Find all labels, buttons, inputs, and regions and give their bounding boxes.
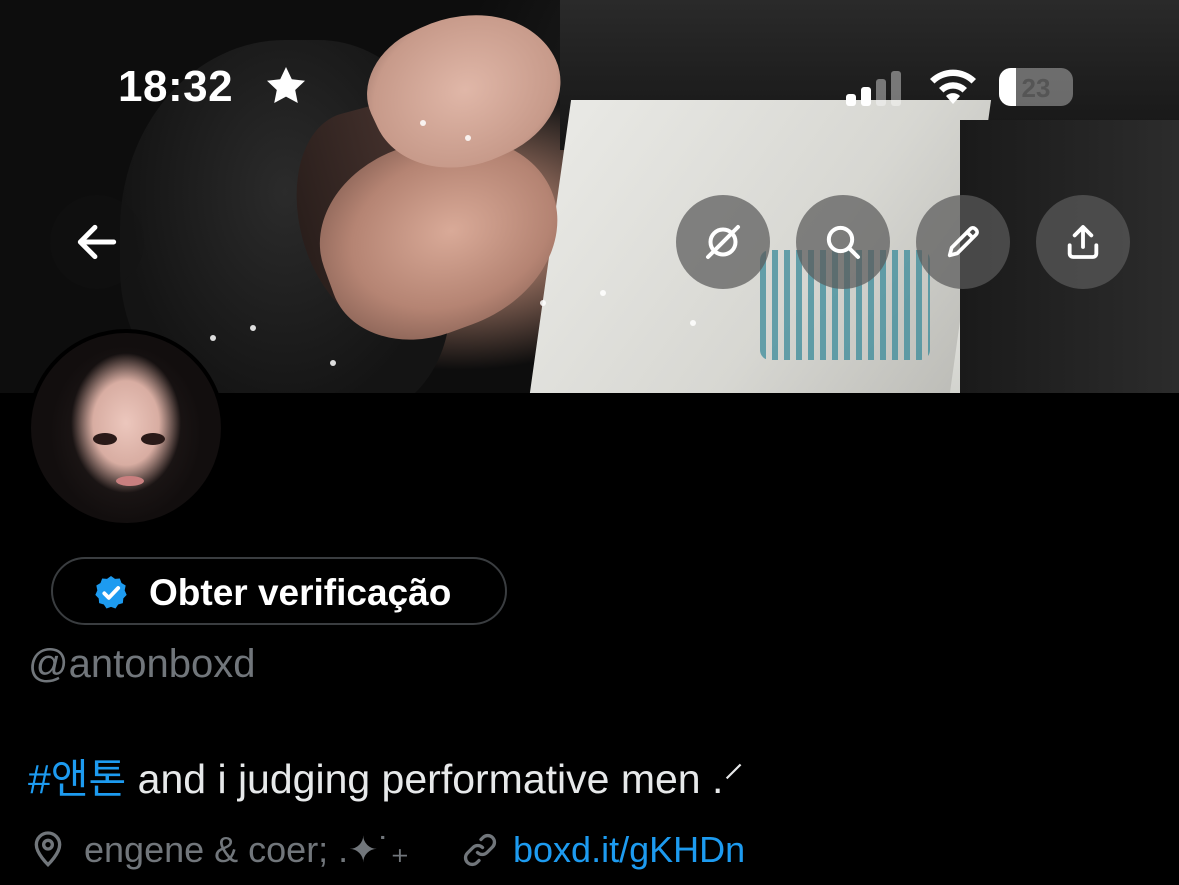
battery-indicator: 23 [999,68,1073,106]
profile-website-link[interactable]: boxd.it/gKHDn [513,829,745,871]
edit-button[interactable] [916,195,1010,289]
status-time: 18:32 [118,62,234,111]
snow-speck [540,300,546,306]
verified-badge-icon [95,576,127,609]
profile-handle: @antonboxd [28,642,256,686]
edit-pencil-icon [947,226,979,258]
profile-meta-row: engene & coer; .✦˙₊ boxd.it/gKHDn [28,826,1168,874]
get-verified-label: Obter verificação [149,572,452,613]
wifi-icon [930,69,976,104]
share-icon [1067,225,1099,259]
search-button[interactable] [796,195,890,289]
battery-level: 23 [1021,73,1051,103]
arrow-left-icon [77,224,117,260]
grok-icon [706,225,740,259]
snow-speck [330,360,336,366]
cellular-signal-icon [846,71,901,106]
profile-location: engene & coer; .✦˙₊ [84,829,410,870]
avatar-photo-detail [93,433,117,445]
share-button[interactable] [1036,195,1130,289]
avatar[interactable] [27,329,225,527]
grok-button[interactable] [676,195,770,289]
bio-hashtag-link[interactable]: #앤톤 [28,756,126,802]
snow-speck [210,335,216,341]
back-button[interactable] [50,195,144,289]
profile-banner[interactable] [0,0,1179,393]
snow-speck [250,325,256,331]
snow-speck [600,290,606,296]
get-verified-button[interactable]: Obter verificação [51,557,507,625]
snow-speck [465,135,471,141]
avatar-photo-detail [141,433,165,445]
location-pin-icon [34,831,62,867]
search-icon [826,225,860,259]
profile-bio: #앤톤 and i judging performative men .⸍ [28,745,744,806]
link-icon [463,833,497,867]
snow-speck [690,320,696,326]
snow-speck [420,120,426,126]
avatar-photo-detail [116,476,144,486]
star-icon [267,67,305,103]
bio-text: and i judging performative men .⸍ [126,756,744,802]
